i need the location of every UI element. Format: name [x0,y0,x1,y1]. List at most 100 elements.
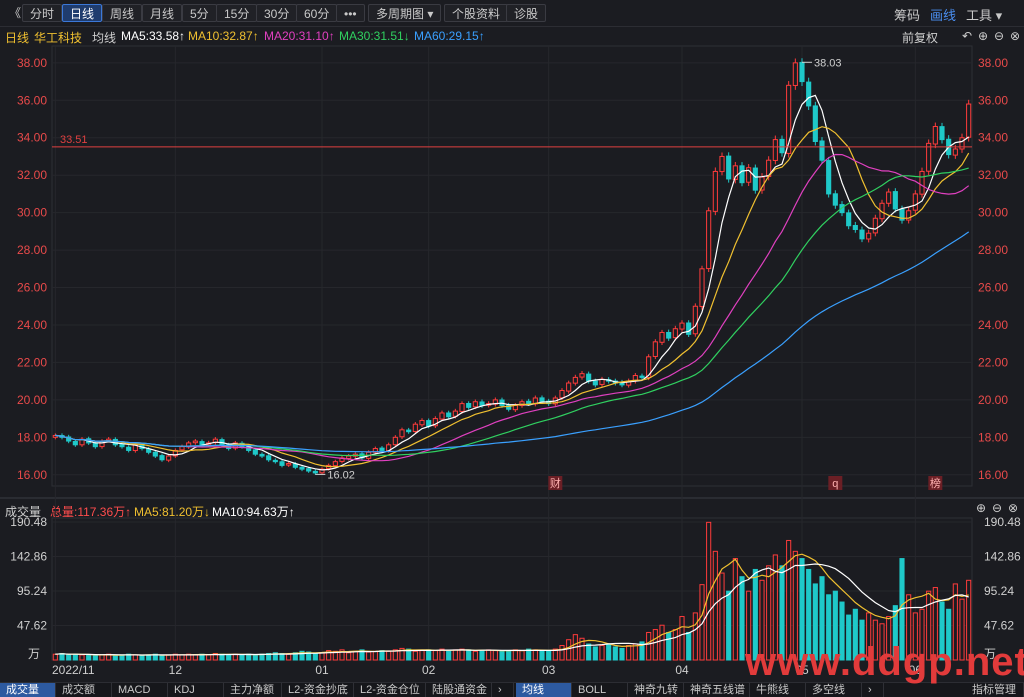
bottom-tab-11[interactable]: 神奇九转 [628,683,684,697]
candle-body [572,376,578,384]
volume-bar [159,655,165,661]
volume-bar [472,650,478,661]
bottom-tab-15[interactable]: › [862,683,884,697]
date-label: 12 [169,663,183,677]
bottom-tab-12[interactable]: 神奇五线谱 [684,683,750,697]
bottom-tab-2[interactable]: MACD [112,683,168,697]
price-tick-left: 20.00 [17,393,47,407]
candle-body [799,61,805,83]
volume-bar [192,654,198,661]
volume-bar [492,650,498,661]
candle-body [252,449,258,455]
candle-body [706,210,712,270]
bottom-tab-5[interactable]: L2-资金抄底 [282,683,354,697]
bottom-tab-14[interactable]: 多空线 [806,683,862,697]
bottom-tab-3[interactable]: KDJ [168,683,224,697]
candle-body [286,463,292,466]
candle-body [126,446,132,451]
volume-bar [379,650,385,661]
date-label: 03 [542,663,556,677]
candle-body [526,400,532,405]
price-tick-right: 34.00 [978,131,1008,145]
price-volume-chart[interactable]: 38.00 38.00 36.00 36.00 34.00 34.00 32.00 32.00… [0,0,1024,682]
candle-body [692,305,698,335]
volume-bar [479,650,485,661]
volume-bar [366,651,372,661]
price-tick-right: 20.00 [978,393,1008,407]
bottom-tab-8[interactable]: › [492,683,514,697]
candle-body [699,268,705,307]
bottom-tab-13[interactable]: 牛熊线 [750,683,806,697]
bottom-tab-7[interactable]: 陆股通资金 [426,683,492,697]
volume-bar [386,650,392,661]
date-label: 01 [315,663,329,677]
volume-bar [519,650,525,661]
bottom-tab-9[interactable]: 均线 [516,683,572,697]
candle-body [559,390,565,399]
bottom-tab-10[interactable]: BOLL [572,683,628,697]
price-panel-frame [51,45,973,487]
candle-body [92,442,98,448]
bottom-tab-0[interactable]: 成交量 [0,683,56,697]
volume-bar [626,645,632,661]
price-tick-right: 24.00 [978,318,1008,332]
candle-body [826,160,832,195]
candle-body [159,455,165,461]
price-tick-left: 30.00 [17,206,47,220]
volume-bar [72,653,78,661]
candle-body [579,373,585,378]
price-tick-right: 36.00 [978,93,1008,107]
volume-tick-right: 142.86 [984,549,1021,563]
volume-bar [66,654,72,661]
event-marker-label: 榜 [930,476,941,490]
candle-body [966,103,972,138]
volume-bar [312,652,318,661]
volume-bar [666,631,672,661]
candle-body [659,331,665,343]
candle-body [152,451,158,457]
candle-body [472,401,478,408]
candle-body [752,167,758,191]
price-tick-left: 34.00 [17,131,47,145]
volume-bar [652,629,658,661]
price-tick-right: 28.00 [978,243,1008,257]
volume-bar [232,653,238,661]
bottom-tab-6[interactable]: L2-资金仓位 [354,683,426,697]
date-label: 2022/11 [52,663,95,677]
date-label: 02 [422,663,436,677]
candle-body [652,341,658,357]
volume-bar [112,655,118,661]
price-tick-left: 16.00 [17,468,47,482]
volume-bar [132,654,138,661]
price-tick-right: 22.00 [978,355,1008,369]
candle-body [439,412,445,420]
watermark-logo: www.ddgp.net [745,640,1024,684]
candle-body [672,328,678,339]
candle-body [379,447,385,451]
candle-body [819,140,825,161]
volume-bar [559,645,565,661]
bottom-tab-4[interactable]: 主力净额 [224,683,282,697]
candle-body [792,62,798,86]
candle-body [299,466,305,470]
ma5-line [55,94,970,471]
candle-body [886,191,892,204]
candle-body [166,455,172,461]
volume-bar [99,654,105,661]
volume-bar [179,654,185,661]
price-tick-right: 16.00 [978,468,1008,482]
volume-bar [732,558,738,661]
candle-body [99,440,105,448]
candle-body [739,165,745,184]
candle-body [306,468,312,472]
candle-body [592,380,598,386]
volume-tick-left: 95.24 [17,584,47,598]
volume-bar [599,645,605,661]
event-marker-label: 财 [550,476,561,490]
candle-body [872,217,878,234]
bottom-tab-1[interactable]: 成交额 [56,683,112,697]
volume-bar [459,648,465,661]
volume-bar [739,576,745,661]
price-tick-right: 26.00 [978,281,1008,295]
bottom-tab-16[interactable]: 指标管理 [966,683,1024,697]
